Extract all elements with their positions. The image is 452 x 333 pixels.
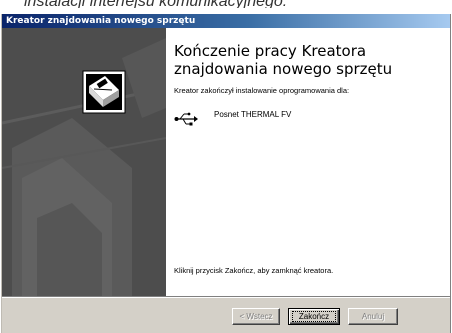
wizard-content: Kończenie pracy Kreatora znajdowania now… xyxy=(166,28,450,296)
wizard-window: Kreator znajdowania nowego sprzętu Kończ… xyxy=(1,14,451,333)
hardware-wizard-graphic xyxy=(2,28,166,296)
finish-button-label: Zakończ xyxy=(291,311,337,322)
device-name: Posnet THERMAL FV xyxy=(214,110,292,119)
cancel-button[interactable]: Anuluj xyxy=(348,308,398,325)
page-title: Kończenie pracy Kreatora znajdowania now… xyxy=(174,42,393,78)
window-title: Kreator znajdowania nowego sprzętu xyxy=(6,16,196,26)
install-status-text: Kreator zakończył instalowanie oprogramo… xyxy=(174,86,350,95)
document-caption: instalacji interfejsu komunikacyjnego. xyxy=(0,0,452,8)
finish-button[interactable]: Zakończ xyxy=(288,308,340,325)
hardware-icon xyxy=(82,70,126,114)
button-divider xyxy=(2,296,450,298)
back-button[interactable]: < Wstecz xyxy=(232,308,280,325)
finish-instruction: Kliknij przycisk Zakończ, aby zamknąć kr… xyxy=(174,266,334,275)
usb-icon xyxy=(174,112,198,126)
title-bar[interactable]: Kreator znajdowania nowego sprzętu xyxy=(2,14,450,28)
device-row: Posnet THERMAL FV xyxy=(174,108,444,128)
wizard-side-panel xyxy=(2,28,166,296)
